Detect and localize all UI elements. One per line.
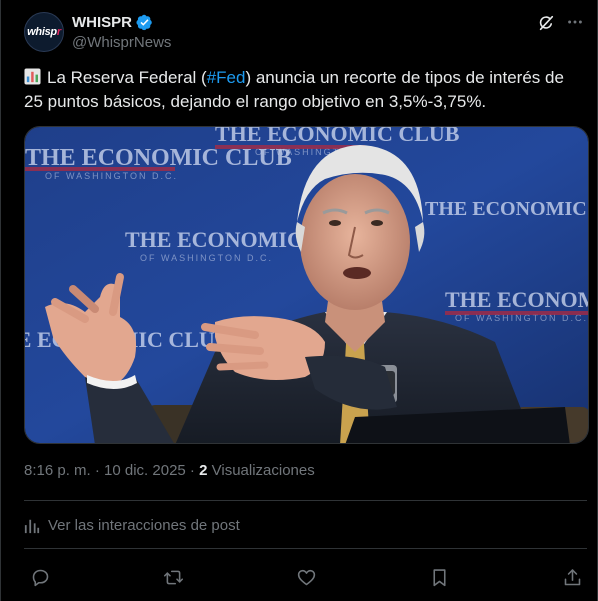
avatar[interactable]: whispr	[24, 12, 64, 52]
post-header: whispr WHISPR @WhisprNews	[24, 12, 585, 54]
author-name[interactable]: WHISPR	[72, 14, 132, 31]
views-count: 2	[199, 462, 208, 479]
author-handle[interactable]: @WhisprNews	[72, 34, 171, 51]
post-text: La Reserva Federal (#Fed) anuncia un rec…	[24, 66, 584, 114]
reply-icon[interactable]	[29, 566, 51, 588]
backdrop-text: THE ECONOMIC CLUB	[445, 287, 589, 312]
meta-separator: ·	[185, 462, 200, 479]
action-bar	[24, 564, 585, 590]
more-options-icon[interactable]	[565, 12, 585, 32]
views-label: Visualizaciones	[211, 462, 315, 479]
repost-icon[interactable]	[162, 566, 184, 588]
view-interactions-link[interactable]: Ver las interacciones de post	[24, 517, 240, 534]
verified-badge-icon	[136, 14, 153, 31]
analytics-icon	[24, 519, 40, 533]
post-meta: 8:16 p. m. · 10 dic. 2025 · 2 Visualizac…	[24, 462, 315, 479]
view-interactions-label: Ver las interacciones de post	[48, 517, 240, 534]
backdrop-text: THE ECONOMIC CLUB	[425, 198, 589, 220]
divider	[24, 548, 587, 549]
grok-icon[interactable]	[537, 14, 555, 32]
post-timestamp[interactable]: 8:16 p. m. · 10 dic. 2025	[24, 462, 186, 479]
avatar-logo: whispr	[27, 26, 61, 38]
hashtag-link[interactable]: #Fed	[207, 68, 246, 87]
divider	[24, 500, 587, 501]
bar-chart-icon	[24, 68, 41, 85]
post-container: whispr WHISPR @WhisprNews La Reserva Fed…	[0, 0, 598, 601]
backdrop-subtext: OF WASHINGTON D.C.	[45, 171, 178, 181]
like-icon[interactable]	[295, 566, 317, 588]
backdrop-subtext: OF WASHINGTON D.C.	[140, 253, 273, 263]
post-text-part: La Reserva Federal (	[47, 68, 207, 87]
share-icon[interactable]	[561, 566, 583, 588]
post-image[interactable]: THE ECONOMIC CLUB THE ECONOMIC CLUB THE …	[24, 126, 589, 444]
backdrop-text: THE ECONOMIC CLUB	[215, 127, 460, 146]
author-info: WHISPR @WhisprNews	[72, 12, 171, 52]
bookmark-icon[interactable]	[428, 566, 450, 588]
